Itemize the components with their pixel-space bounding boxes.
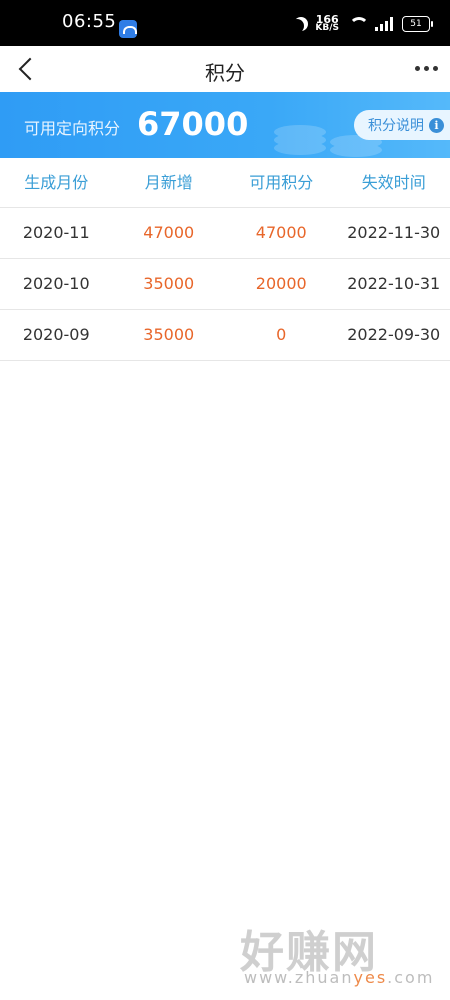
column-header-available: 可用积分: [249, 173, 314, 192]
table-row: 2020-09 35000 0 2022-09-30: [0, 310, 450, 361]
cell-available: 20000: [255, 274, 307, 293]
table-row: 2020-10 35000 20000 2022-10-31: [0, 259, 450, 310]
cell-month: 2020-09: [22, 325, 90, 344]
column-header-expires: 失效时间: [361, 173, 426, 192]
page-title: 积分: [205, 61, 245, 85]
cell-available: 47000: [255, 223, 307, 242]
app-header: 积分: [0, 46, 450, 92]
status-icons: 166 KB/S 51: [290, 13, 433, 35]
cell-added: 35000: [143, 325, 195, 344]
table-header: 生成月份 月新增 可用积分 失效时间: [0, 158, 450, 208]
cell-added: 35000: [143, 274, 195, 293]
status-time: 06:55: [62, 11, 117, 32]
watermark-url-suffix: .com: [387, 968, 435, 987]
cell-added: 47000: [143, 223, 195, 242]
watermark-url-prefix: www.zhuan: [244, 968, 354, 987]
cell-expires: 2022-09-30: [347, 325, 441, 344]
cell-expires: 2022-10-31: [347, 274, 441, 293]
info-icon: i: [429, 117, 444, 133]
battery-icon: 51: [402, 16, 433, 32]
column-header-month: 生成月份: [24, 173, 89, 192]
watermark-url-highlight: yes: [353, 968, 388, 987]
points-explanation-label: 积分说明: [368, 118, 424, 134]
cell-expires: 2022-11-30: [347, 223, 441, 242]
points-banner: 可用定向积分 67000 积分说明 i: [0, 92, 450, 158]
do-not-disturb-icon: [290, 19, 304, 33]
more-options-icon[interactable]: [415, 66, 438, 71]
points-explanation-button[interactable]: 积分说明 i: [354, 110, 450, 140]
cell-signal-icon: [375, 17, 393, 31]
network-speed: 166 KB/S: [315, 14, 339, 33]
table-row: 2020-11 47000 47000 2022-11-30: [0, 208, 450, 259]
cell-available: 0: [276, 325, 287, 344]
app-notification-icon: [119, 20, 137, 38]
available-points-label: 可用定向积分: [24, 119, 121, 138]
column-header-added: 月新增: [144, 173, 193, 192]
watermark-url: www.zhuanyes.com: [244, 968, 434, 987]
status-bar: 06:55 166 KB/S 51: [0, 0, 450, 46]
network-speed-unit: KB/S: [315, 23, 339, 33]
cell-month: 2020-11: [22, 223, 90, 242]
cell-month: 2020-10: [22, 274, 90, 293]
wifi-icon: [348, 17, 369, 31]
available-points-value: 67000: [137, 105, 249, 143]
